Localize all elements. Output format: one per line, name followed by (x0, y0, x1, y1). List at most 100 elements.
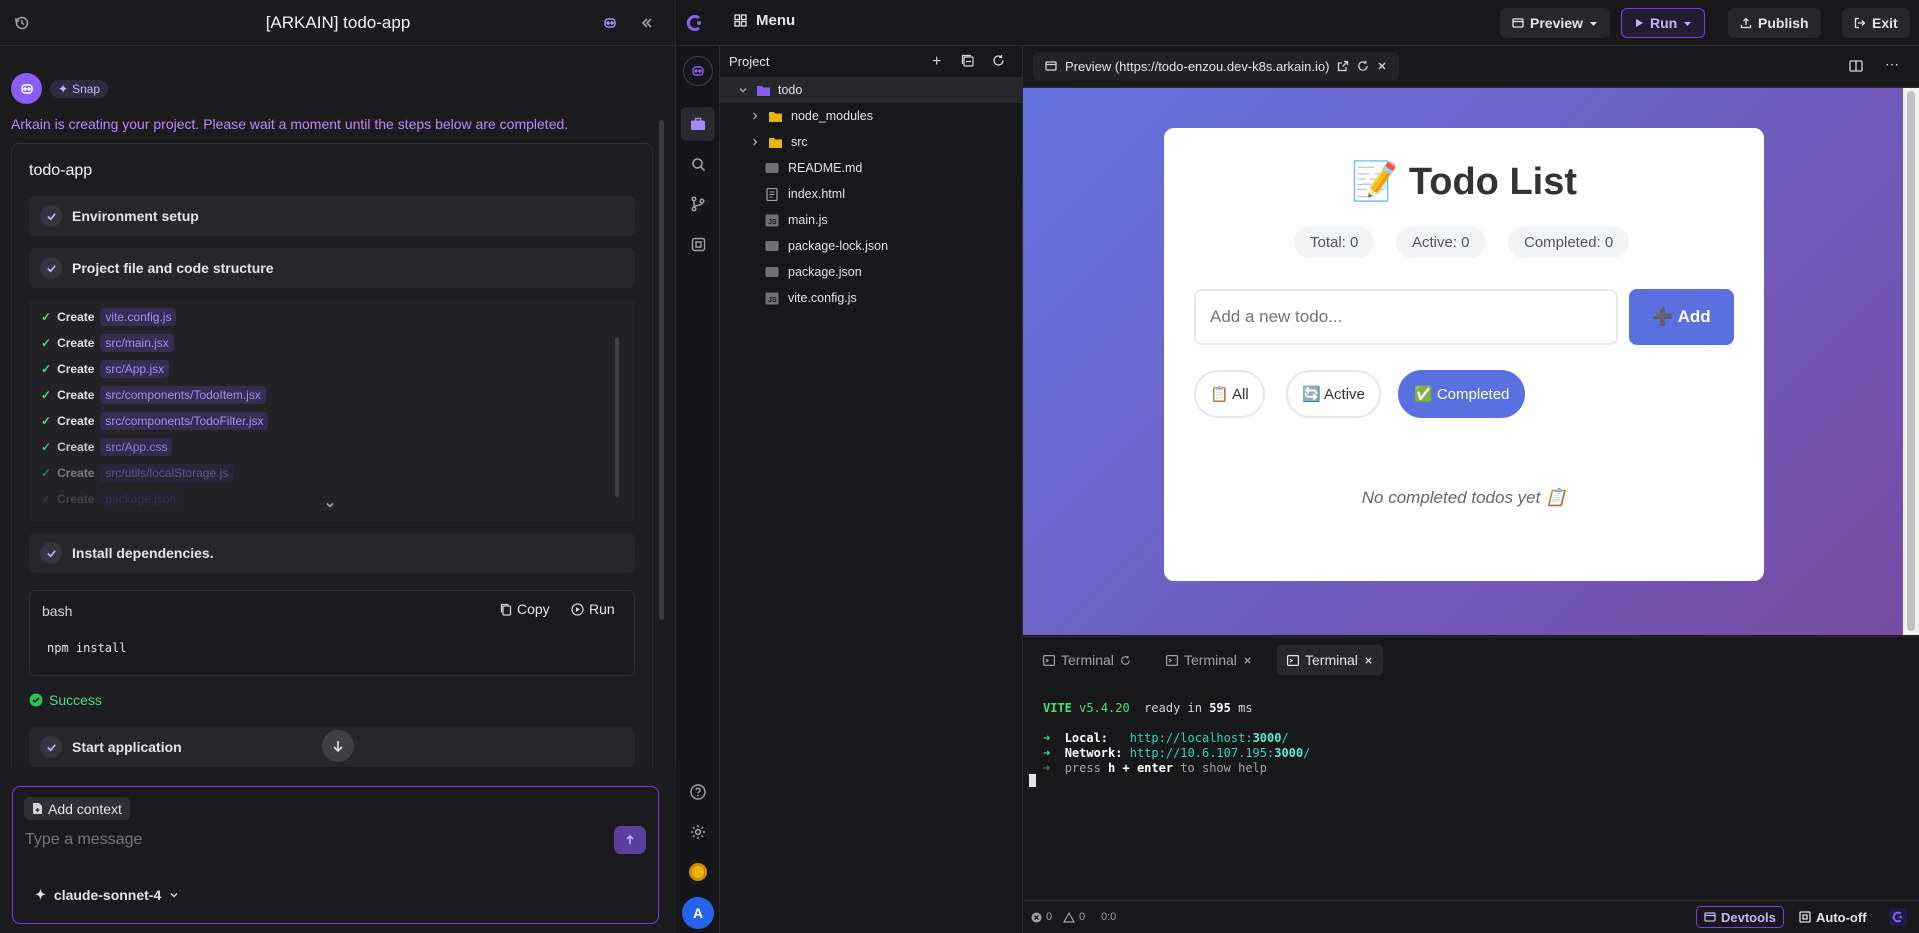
file-tag: src/components/TodoFilter.jsx (100, 412, 269, 430)
step-project-structure[interactable]: Project file and code structure (29, 248, 635, 288)
scroll-down-button[interactable] (322, 730, 354, 762)
publish-button[interactable]: Publish (1728, 8, 1821, 38)
filter-all-button[interactable]: 📋 All (1194, 370, 1265, 418)
stat-completed: Completed: 0 (1508, 226, 1630, 258)
agent-icon[interactable] (600, 13, 620, 33)
file-list-scrollbar[interactable] (615, 337, 619, 497)
user-avatar[interactable]: A (682, 897, 714, 929)
new-todo-input[interactable] (1194, 289, 1618, 345)
step-install-dependencies[interactable]: Install dependencies. (29, 533, 635, 573)
check-icon: ✓ (41, 492, 52, 506)
file-tag: src/main.jsx (100, 334, 174, 352)
tree-item-folder[interactable]: src (720, 129, 1023, 155)
terminal-tab-3-active[interactable]: Terminal (1277, 645, 1383, 675)
add-todo-button[interactable]: ➕ Add (1629, 289, 1734, 345)
terminal-cursor[interactable] (1029, 774, 1036, 787)
add-context-button[interactable]: Add context (24, 797, 130, 820)
search-icon[interactable] (683, 149, 713, 179)
chat-scrollbar[interactable] (659, 120, 664, 620)
explorer-title: Project (729, 54, 770, 69)
more-options-icon[interactable]: ⋯ (1885, 56, 1900, 73)
devtools-button[interactable]: Devtools (1696, 906, 1784, 928)
collapse-panel-icon[interactable] (637, 13, 657, 33)
explorer-icon[interactable] (681, 107, 715, 141)
tree-item-file[interactable]: README.md (720, 155, 1023, 181)
tree-item-file[interactable]: JS main.js (720, 207, 1023, 233)
error-count[interactable]: 0 (1031, 911, 1052, 923)
arkain-logo-icon[interactable] (1889, 908, 1907, 926)
chevron-down-icon[interactable] (324, 499, 336, 514)
send-button[interactable] (614, 826, 646, 854)
filter-completed-button[interactable]: ✅ Completed (1398, 370, 1526, 418)
folder-icon (769, 137, 782, 148)
arrow-icon: ➜ (1043, 761, 1051, 775)
source-control-icon[interactable] (683, 189, 713, 219)
tree-item-file[interactable]: package.json (720, 259, 1023, 285)
menu-button[interactable]: Menu (734, 12, 795, 29)
preview-dropdown[interactable]: Preview (1500, 8, 1610, 38)
run-dropdown[interactable]: Run (1621, 8, 1706, 38)
project-folder-icon (757, 85, 770, 96)
tree-item-folder[interactable]: node_modules (720, 103, 1023, 129)
file-tag: src/utils/localStorage.js (100, 464, 234, 482)
list-item: ✓ Create src/App.jsx (41, 359, 170, 379)
model-selector[interactable]: ✦ claude-sonnet-4 (35, 887, 179, 903)
tree-item-file[interactable]: JS vite.config.js (720, 285, 1023, 311)
terminal-icon (1166, 654, 1178, 666)
message-composer: Add context ✦ claude-sonnet-4 (12, 786, 659, 924)
collapse-all-icon[interactable] (961, 54, 975, 71)
tree-item-todo[interactable]: todo (720, 77, 1023, 103)
warning-icon (1063, 911, 1075, 923)
filter-active-button[interactable]: 🔄 Active (1286, 370, 1381, 418)
step-label: Environment setup (72, 208, 199, 224)
arkain-logo-icon[interactable] (686, 14, 704, 32)
preview-scrollbar-track (1903, 88, 1919, 635)
list-item: ✓ Create src/main.jsx (41, 333, 174, 353)
split-view-icon[interactable] (1849, 60, 1863, 75)
list-item: ✓ Create src/utils/localStorage.js (41, 463, 234, 483)
check-icon: ✓ (41, 440, 52, 454)
code-text: npm install (47, 641, 127, 655)
preview-scrollbar-thumb[interactable] (1907, 91, 1915, 631)
todo-app-card: 📝 Todo List Total: 0 Active: 0 Completed… (1164, 128, 1764, 581)
tree-item-file[interactable]: index.html (720, 181, 1023, 207)
history-icon[interactable] (12, 13, 32, 33)
file-tag: src/App.jsx (100, 360, 170, 378)
extensions-icon[interactable] (683, 229, 713, 259)
upload-icon (1740, 17, 1752, 29)
card-title: todo-app (29, 162, 93, 179)
list-item: ✓ Create vite.config.js (41, 307, 177, 327)
terminal-tab-1[interactable]: Terminal (1033, 645, 1141, 675)
arrow-down-icon (333, 741, 343, 753)
app-preview: 📝 Todo List Total: 0 Active: 0 Completed… (1023, 88, 1903, 635)
code-language: bash (42, 603, 73, 619)
auto-toggle[interactable]: Auto-off (1799, 907, 1867, 927)
top-bar: Menu Preview Run Publish Exit (677, 0, 1919, 46)
close-icon (1365, 656, 1372, 664)
svg-text:JS: JS (768, 297, 777, 304)
refresh-icon[interactable] (992, 54, 1005, 70)
coin-icon[interactable] (683, 857, 713, 887)
activity-bar: A (677, 46, 720, 933)
check-icon: ✓ (41, 414, 52, 428)
gear-icon[interactable] (683, 817, 713, 847)
exit-button[interactable]: Exit (1842, 8, 1910, 38)
caret-down-icon (1684, 21, 1692, 26)
warning-count[interactable]: 0 (1063, 911, 1085, 923)
help-icon[interactable] (683, 777, 713, 807)
preview-tab[interactable]: Preview (https://todo-enzou.dev-k8s.arka… (1033, 52, 1400, 80)
copy-button[interactable]: Copy (500, 601, 550, 617)
copy-icon (500, 603, 512, 616)
tree-item-file[interactable]: package-lock.json (720, 233, 1023, 259)
json-file-icon (765, 241, 779, 251)
terminal-tab-2[interactable]: Terminal (1156, 645, 1262, 675)
folder-icon (769, 111, 782, 122)
caret-down-icon (1589, 21, 1597, 26)
step-environment-setup[interactable]: Environment setup (29, 196, 635, 236)
new-file-icon[interactable]: + (932, 53, 941, 71)
agent-icon[interactable] (683, 56, 713, 86)
message-input[interactable] (25, 827, 585, 853)
status-message: Arkain is creating your project. Please … (11, 116, 569, 132)
run-command-button[interactable]: Run (571, 601, 615, 617)
check-icon: ✓ (41, 336, 52, 350)
